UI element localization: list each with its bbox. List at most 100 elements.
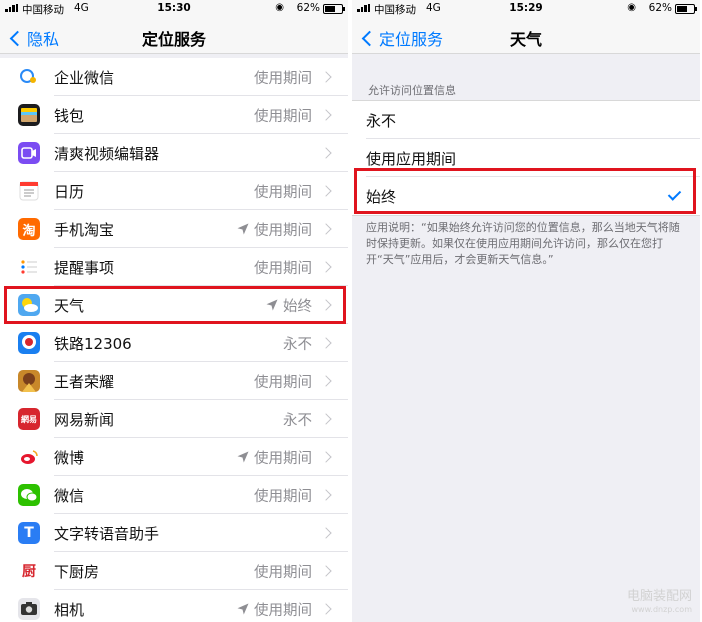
app-name: 企业微信 <box>54 68 115 87</box>
app-name: 日历 <box>54 182 85 201</box>
watermark-text: 电脑装配网 <box>626 589 692 604</box>
chevron-right-icon <box>320 261 332 273</box>
app-row[interactable]: 網易 网易新闻 永不 <box>0 400 348 438</box>
calendar-icon <box>18 180 40 202</box>
back-button[interactable]: 隐私 <box>8 26 59 50</box>
app-row[interactable]: 清爽视频编辑器 <box>0 134 348 172</box>
location-status: 使用期间 <box>254 485 312 506</box>
chevron-right-icon <box>320 527 332 539</box>
location-status: 使用期间 <box>236 447 312 468</box>
status-label: 使用期间 <box>254 450 312 467</box>
app-row[interactable]: 微博 使用期间 <box>0 438 348 476</box>
honor-of-kings-icon <box>18 370 40 392</box>
location-arrow-icon <box>237 603 249 615</box>
option-never[interactable]: 永不 <box>352 101 700 139</box>
text-to-speech-icon: T <box>18 522 40 544</box>
chevron-right-icon <box>320 565 332 577</box>
video-editor-icon <box>18 142 40 164</box>
section-header: 允许访问位置信息 <box>368 84 456 97</box>
location-status: 使用期间 <box>254 561 312 582</box>
app-name: 天气 <box>54 296 85 315</box>
chevron-right-icon <box>320 603 332 615</box>
option-always[interactable]: 始终 <box>352 177 700 215</box>
app-name: 手机淘宝 <box>54 220 115 239</box>
app-row[interactable]: 天气 始终 <box>0 286 348 324</box>
app-name: 微信 <box>54 486 85 505</box>
status-label: 使用期间 <box>254 222 312 239</box>
reminders-icon <box>18 256 40 278</box>
chevron-right-icon <box>320 223 332 235</box>
netease-news-icon: 網易 <box>18 408 40 430</box>
location-status: 使用期间 <box>236 219 312 240</box>
battery-percent: 62% <box>296 2 320 14</box>
battery-icon <box>675 4 697 14</box>
status-bar: 中国移动 4G 15:29 ◉ 62% <box>352 0 700 18</box>
weather-icon <box>18 294 40 316</box>
app-name: 钱包 <box>54 106 85 125</box>
app-name: 相机 <box>54 600 85 619</box>
app-row[interactable]: 铁路12306 永不 <box>0 324 348 362</box>
location-status: 使用期间 <box>236 599 312 620</box>
app-name: 提醒事项 <box>54 258 115 277</box>
wallet-icon <box>18 104 40 126</box>
app-row[interactable]: 日历 使用期间 <box>0 172 348 210</box>
chevron-left-icon <box>9 30 26 46</box>
location-status: 永不 <box>283 409 312 430</box>
location-status: 始终 <box>265 295 312 316</box>
option-label: 使用应用期间 <box>366 149 457 168</box>
app-row[interactable]: T 文字转语音助手 <box>0 514 348 552</box>
status-label: 永不 <box>283 412 312 429</box>
back-button[interactable]: 定位服务 <box>360 26 443 50</box>
status-label: 始终 <box>283 298 312 315</box>
chevron-right-icon <box>320 451 332 463</box>
chevron-right-icon <box>320 147 332 159</box>
chevron-right-icon <box>320 109 332 121</box>
status-label: 使用期间 <box>254 602 312 619</box>
app-name: 微博 <box>54 448 85 467</box>
app-row[interactable]: 淘手机淘宝 使用期间 <box>0 210 348 248</box>
location-access-options: 永不 使用应用期间 始终 <box>352 100 700 216</box>
navigation-bar: 定位服务 天气 <box>352 18 700 54</box>
status-label: 使用期间 <box>254 184 312 201</box>
app-row[interactable]: 提醒事项 使用期间 <box>0 248 348 286</box>
back-label: 定位服务 <box>379 30 444 49</box>
chevron-left-icon <box>361 30 378 46</box>
battery-icon <box>323 4 345 14</box>
wechat-icon <box>18 484 40 506</box>
watermark: 电脑装配网 www.dnzp.com <box>627 590 692 616</box>
option-while-using[interactable]: 使用应用期间 <box>352 139 700 177</box>
orientation-lock-icon: ◉ <box>275 2 284 13</box>
status-label: 使用期间 <box>254 488 312 505</box>
wecom-icon <box>18 66 40 88</box>
app-row[interactable]: 微信 使用期间 <box>0 476 348 514</box>
app-row[interactable]: 王者荣耀 使用期间 <box>0 362 348 400</box>
app-list: 企业微信 使用期间 钱包 使用期间 清爽视频编辑器 日历 使用期间淘手机淘宝 使用期间 提醒事项… <box>0 58 348 622</box>
app-row[interactable]: 相机 使用期间 <box>0 590 348 622</box>
status-label: 使用期间 <box>254 108 312 125</box>
status-label: 永不 <box>283 336 312 353</box>
watermark-url: www.dnzp.com <box>631 605 693 614</box>
app-name: 网易新闻 <box>54 410 115 429</box>
status-label: 使用期间 <box>254 564 312 581</box>
weather-location-screen: 中国移动 4G 15:29 ◉ 62% 定位服务 天气 允许访问位置信息 永不 … <box>352 0 700 622</box>
weibo-icon <box>18 446 40 468</box>
app-row[interactable]: 钱包 使用期间 <box>0 96 348 134</box>
location-status: 使用期间 <box>254 371 312 392</box>
location-status: 永不 <box>283 333 312 354</box>
location-services-screen: 中国移动 4G 15:30 ◉ 62% 隐私 定位服务 企业微信 使用期间 钱包 使用… <box>0 0 348 622</box>
chevron-right-icon <box>320 489 332 501</box>
location-status: 使用期间 <box>254 105 312 126</box>
xiachufang-icon: 厨 <box>18 560 40 582</box>
navigation-bar: 隐私 定位服务 <box>0 18 348 54</box>
app-name: 铁路12306 <box>54 334 132 353</box>
chevron-right-icon <box>320 375 332 387</box>
location-arrow-icon <box>237 223 249 235</box>
location-arrow-icon <box>266 299 278 311</box>
location-status: 使用期间 <box>254 181 312 202</box>
app-row[interactable]: 企业微信 使用期间 <box>0 58 348 96</box>
railway-icon <box>18 332 40 354</box>
chevron-right-icon <box>320 299 332 311</box>
app-row[interactable]: 厨下厨房 使用期间 <box>0 552 348 590</box>
status-bar: 中国移动 4G 15:30 ◉ 62% <box>0 0 348 18</box>
chevron-right-icon <box>320 71 332 83</box>
